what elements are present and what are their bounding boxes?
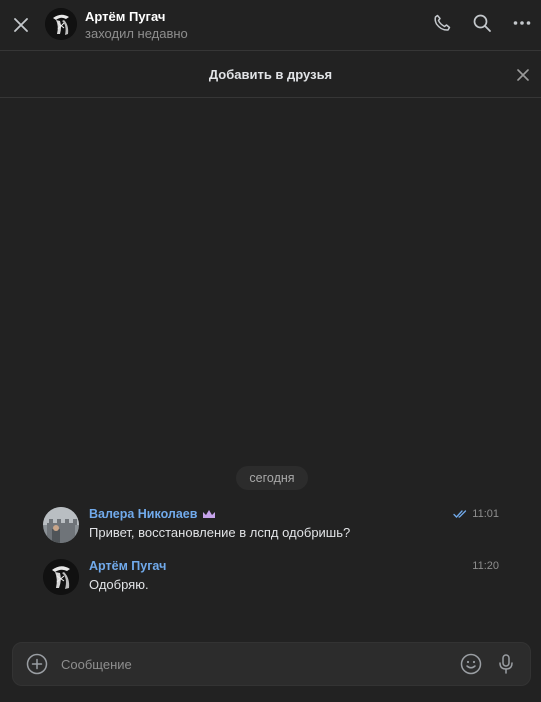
message-time: 11:20: [472, 560, 499, 572]
sender-avatar[interactable]: [43, 559, 79, 595]
close-icon: [14, 18, 28, 32]
message-text: Привет, восстановление в лспд одобришь?: [89, 525, 351, 540]
message-author[interactable]: Валера Николаев: [89, 507, 216, 521]
header-actions: [431, 12, 533, 34]
message-composer: [12, 642, 531, 686]
attach-button[interactable]: [26, 653, 48, 675]
sender-avatar[interactable]: [43, 507, 79, 543]
date-separator: сегодня: [236, 466, 308, 490]
add-friend-bar: Добавить в друзья: [0, 52, 541, 98]
message-item: Артём Пугач Одобряю. 11:20: [0, 559, 541, 603]
message-time: 11:01: [453, 508, 499, 520]
voice-message-button[interactable]: [495, 653, 517, 675]
call-button[interactable]: [431, 12, 453, 34]
double-check-icon: [453, 510, 467, 518]
author-name: Валера Николаев: [89, 507, 198, 521]
more-icon: [513, 21, 531, 25]
time-label: 11:20: [472, 560, 499, 572]
search-button[interactable]: [471, 12, 493, 34]
search-icon: [473, 14, 491, 32]
emoji-button[interactable]: [460, 653, 482, 675]
message-input[interactable]: [61, 643, 441, 685]
time-label: 11:01: [472, 508, 499, 520]
message-item: Валера Николаев Привет, восстановление в…: [0, 507, 541, 551]
phone-icon: [434, 14, 451, 31]
more-button[interactable]: [511, 12, 533, 34]
microphone-icon: [499, 654, 513, 674]
close-chat-button[interactable]: [10, 14, 32, 36]
contact-avatar[interactable]: [45, 8, 77, 40]
author-name: Артём Пугач: [89, 559, 167, 573]
chat-header: Артём Пугач заходил недавно: [0, 0, 541, 51]
smile-icon: [460, 653, 482, 675]
crown-icon: [203, 510, 216, 518]
plus-circle-icon: [26, 653, 48, 675]
message-author[interactable]: Артём Пугач: [89, 559, 166, 573]
message-text: Одобряю.: [89, 577, 149, 592]
close-icon: [517, 69, 529, 81]
contact-status: заходил недавно: [85, 26, 188, 41]
dismiss-friend-bar-button[interactable]: [513, 65, 533, 85]
add-friend-button[interactable]: Добавить в друзья: [0, 67, 541, 82]
chat-title[interactable]: Артём Пугач: [85, 9, 165, 24]
chat-window: Артём Пугач заходил недавно Добавить в д…: [0, 0, 541, 702]
